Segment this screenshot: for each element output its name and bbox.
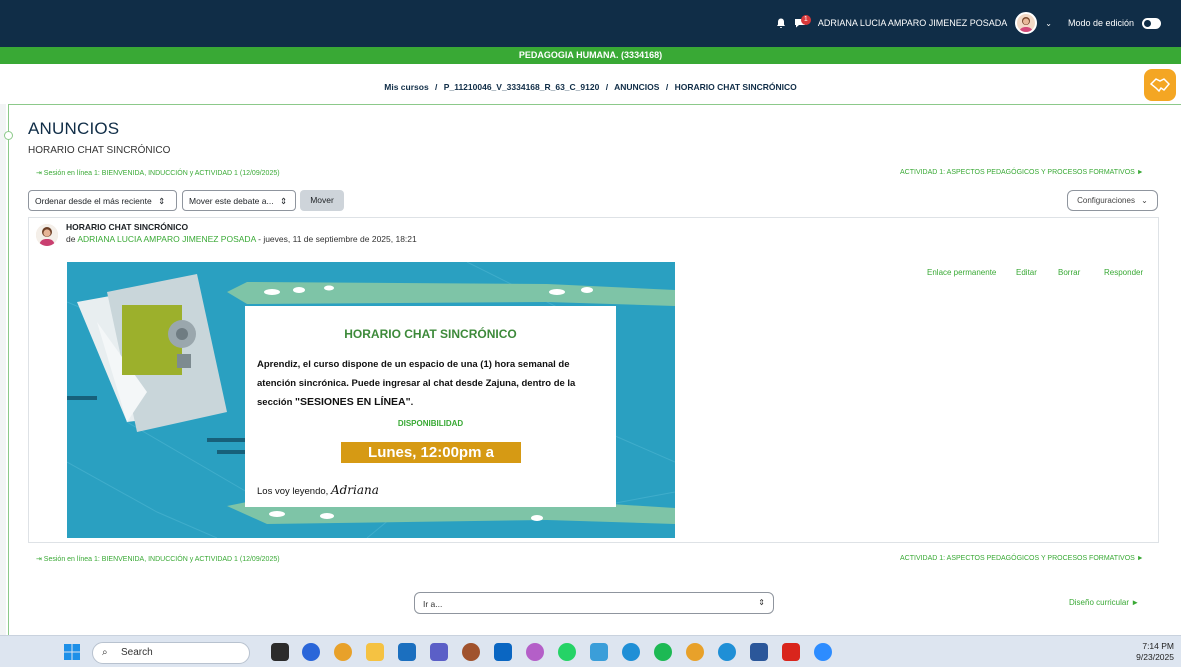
breadcrumb-item[interactable]: P_11210046_V_3334168_R_63_C_9120	[444, 82, 600, 92]
edit-mode-toggle[interactable]	[1142, 17, 1161, 29]
chrome-icon[interactable]	[686, 643, 704, 661]
permalink-link[interactable]: Enlace permanente	[927, 268, 996, 277]
user-name[interactable]: ADRIANA LUCIA AMPARO JIMENEZ POSADA	[818, 18, 1007, 28]
sort-select-value: Ordenar desde el más reciente	[35, 196, 152, 206]
timeline-line	[8, 104, 9, 635]
post-date: - jueves, 11 de septiembre de 2025, 18:2…	[255, 234, 417, 244]
search-label: Search	[121, 647, 153, 658]
post-title: HORARIO CHAT SINCRÓNICO	[66, 222, 189, 232]
next-activity-link-bottom[interactable]: ACTIVIDAD 1: ASPECTOS PEDAGÓGICOS Y PROC…	[900, 555, 1144, 562]
breadcrumb-item: HORARIO CHAT SINCRÓNICO	[674, 82, 797, 92]
farewell-line: Los voy leyendo,	[257, 486, 331, 497]
task-view-icon[interactable]	[271, 643, 289, 661]
taskbar-search[interactable]: ⌕ Search	[92, 642, 250, 664]
edge-icon[interactable]	[622, 643, 640, 661]
user-avatar[interactable]	[1015, 12, 1038, 34]
page-title: ANUNCIOS	[28, 119, 120, 138]
clock-date: 9/23/2025	[1136, 652, 1174, 662]
bell-icon[interactable]	[776, 18, 786, 29]
zajuna-app-icon[interactable]	[302, 643, 320, 661]
select-arrow-icon: ⇕	[279, 196, 288, 206]
spotify-icon[interactable]	[654, 643, 672, 661]
edit-mode-label: Modo de edición	[1067, 18, 1134, 28]
next-activity-link[interactable]: ACTIVIDAD 1: ASPECTOS PEDAGÓGICOS Y PROC…	[900, 169, 1144, 176]
timeline-dot	[4, 131, 13, 140]
store-icon[interactable]	[398, 643, 416, 661]
byline-prefix: de	[66, 234, 76, 244]
whatsapp-icon[interactable]	[558, 643, 576, 661]
jump-to-value: Ir a...	[423, 599, 443, 609]
edge-icon[interactable]	[718, 643, 736, 661]
linkedin-icon[interactable]	[494, 643, 512, 661]
page-subtitle: HORARIO CHAT SINCRÓNICO	[28, 145, 171, 156]
body-text: .	[410, 397, 414, 408]
body-line: Aprendiz, el curso dispone de un espacio…	[257, 359, 570, 370]
breadcrumb-separator: /	[435, 82, 438, 92]
move-discussion-select[interactable]: Mover este debate a... ⇕	[182, 190, 296, 211]
schedule-highlight: Lunes, 12:00pm a 1:00pm	[341, 442, 521, 482]
move-button[interactable]: Mover	[300, 190, 344, 211]
zoom-icon[interactable]	[814, 643, 832, 661]
teams-icon[interactable]	[430, 643, 448, 661]
body-line: atención sincrónica. Puede ingresar al c…	[257, 378, 576, 389]
sessions-emphasis: "SESIONES EN LÍNEA"	[295, 396, 411, 408]
taskbar-clock[interactable]: 7:14 PM 9/23/2025	[1118, 641, 1174, 663]
file-explorer-icon[interactable]	[366, 643, 384, 661]
next-section-link[interactable]: Diseño curricular ►	[1069, 598, 1139, 607]
body-text: sección	[257, 397, 296, 408]
handshake-icon	[1149, 78, 1171, 93]
windows-start-icon[interactable]	[64, 644, 80, 660]
acrobat-icon[interactable]	[782, 643, 800, 661]
chrome-icon[interactable]	[334, 643, 352, 661]
photos-icon[interactable]	[526, 643, 544, 661]
announcement-heading: HORARIO CHAT SINCRÓNICO	[344, 327, 517, 341]
farewell-text: Los voy leyendo, Adriana	[257, 483, 379, 497]
availability-label: DISPONIBILIDAD	[397, 419, 464, 428]
breadcrumb: Mis cursos / P_11210046_V_3334168_R_63_C…	[0, 82, 1181, 92]
move-select-value: Mover este debate a...	[189, 196, 274, 206]
body-line: sección "SESIONES EN LÍNEA".	[257, 393, 609, 412]
course-title: PEDAGOGIA HUMANA. (3334168)	[0, 47, 1181, 64]
top-navbar: 1 ADRIANA LUCIA AMPARO JIMENEZ POSADA ⌄ …	[0, 0, 1181, 47]
search-icon: ⌕	[102, 647, 108, 658]
chevron-down-icon[interactable]: ⌄	[1045, 19, 1052, 28]
chevron-down-icon: ⌄	[1141, 196, 1148, 205]
post-byline: de ADRIANA LUCIA AMPARO JIMENEZ POSADA -…	[66, 234, 417, 244]
breadcrumb-item[interactable]: ANUNCIOS	[614, 82, 659, 92]
settings-label: Configuraciones	[1077, 196, 1135, 205]
edit-link[interactable]: Editar	[1016, 268, 1037, 277]
prev-activity-link-bottom[interactable]: ⇥ Sesión en línea 1: BIENVENIDA, INDUCCI…	[36, 555, 280, 563]
messages-badge: 1	[800, 14, 811, 25]
prev-activity-link[interactable]: ⇥ Sesión en línea 1: BIENVENIDA, INDUCCI…	[36, 169, 280, 177]
messages-icon[interactable]: 1	[794, 14, 811, 29]
select-arrow-icon: ⇕	[158, 196, 166, 206]
word-icon[interactable]	[750, 643, 768, 661]
breadcrumb-separator: /	[605, 82, 609, 92]
app-icon[interactable]	[462, 643, 480, 661]
course-index-drawer	[0, 104, 6, 635]
clock-time: 7:14 PM	[1142, 641, 1174, 651]
help-button[interactable]	[1144, 69, 1176, 101]
announcement-body: Aprendiz, el curso dispone de un espacio…	[257, 355, 609, 412]
divider	[8, 104, 1181, 105]
post-author-link[interactable]: ADRIANA LUCIA AMPARO JIMENEZ POSADA	[77, 234, 255, 244]
breadcrumb-item[interactable]: Mis cursos	[384, 82, 428, 92]
author-avatar[interactable]	[36, 224, 58, 246]
settings-dropdown[interactable]: Configuraciones ⌄	[1067, 190, 1158, 211]
app-icon[interactable]	[590, 643, 608, 661]
sort-select[interactable]: Ordenar desde el más reciente ⇕	[28, 190, 177, 211]
jump-to-select[interactable]: Ir a... ⇕	[414, 592, 774, 614]
reply-link[interactable]: Responder	[1104, 268, 1143, 277]
signature: Adriana	[330, 483, 379, 497]
delete-link[interactable]: Borrar	[1058, 268, 1080, 277]
breadcrumb-separator: /	[665, 82, 669, 92]
select-arrow-icon: ⇕	[758, 598, 765, 607]
